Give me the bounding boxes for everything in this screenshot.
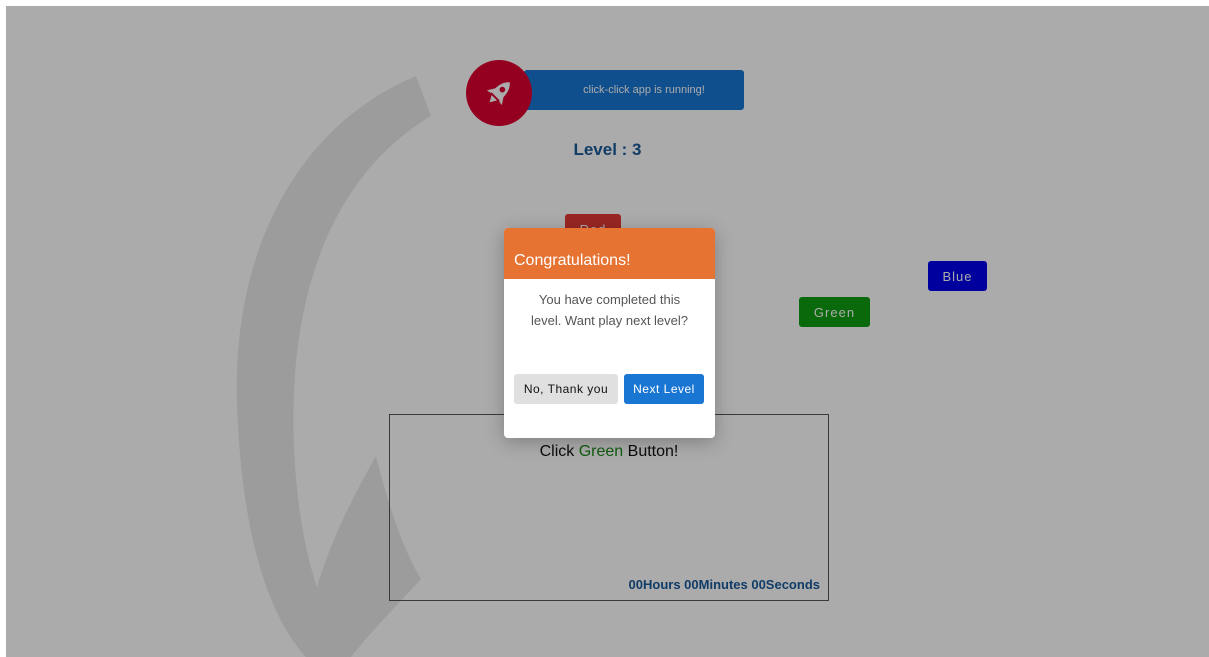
no-thank-you-button[interactable]: No, Thank you <box>514 374 618 404</box>
dialog-title: Congratulations! <box>514 252 631 269</box>
next-level-button[interactable]: Next Level <box>624 374 704 404</box>
dialog-header: Congratulations! <box>504 228 715 279</box>
app-viewport: click-click app is running! Level : 3 Re… <box>6 6 1209 657</box>
congratulations-dialog: Congratulations! You have completed this… <box>504 228 715 438</box>
dialog-message: You have completed this level. Want play… <box>530 292 689 328</box>
dialog-actions: No, Thank you Next Level <box>514 374 704 404</box>
